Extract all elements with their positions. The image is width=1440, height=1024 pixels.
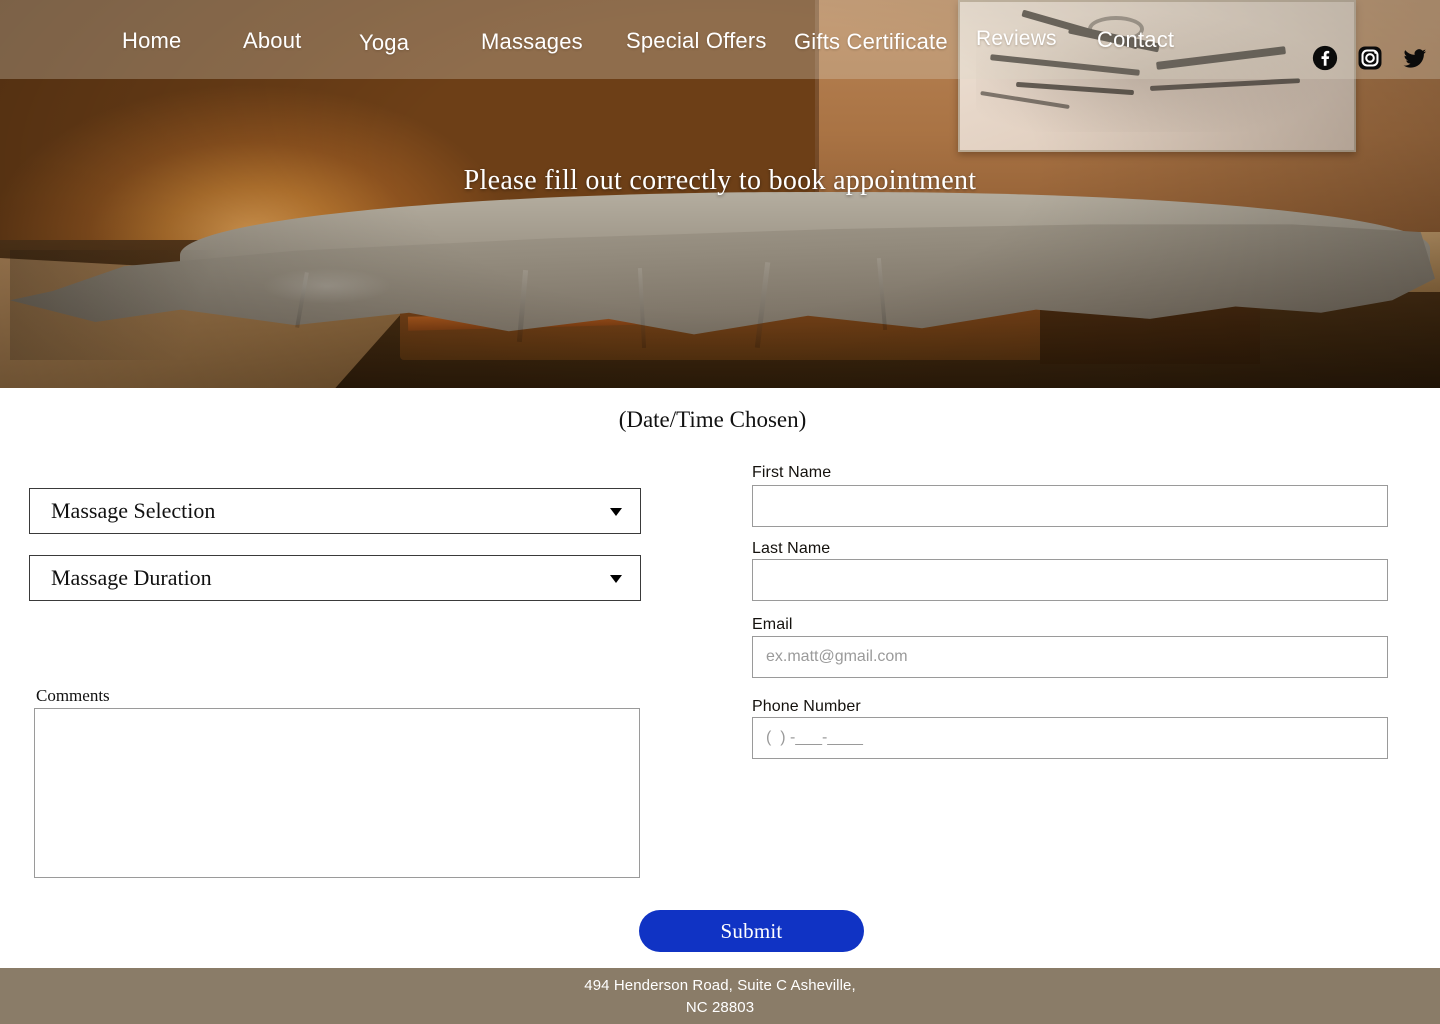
email-label: Email	[752, 616, 793, 633]
page-root: Please fill out correctly to book appoin…	[0, 0, 1440, 1024]
last-name-label: Last Name	[752, 540, 831, 557]
nav-item-home[interactable]: Home	[122, 28, 182, 54]
first-name-label: First Name	[752, 464, 832, 481]
nav-item-special-offers[interactable]: Special Offers	[626, 28, 767, 54]
instagram-icon[interactable]	[1357, 45, 1383, 71]
social-links	[1312, 45, 1428, 71]
massage-table-logo	[262, 268, 392, 304]
phone-number-input[interactable]	[752, 717, 1388, 759]
phone-number-label: Phone Number	[752, 698, 861, 715]
nav-item-massages[interactable]: Massages	[481, 29, 583, 55]
nav-links: Home About Yoga Massages Special Offers …	[0, 0, 1440, 79]
nav-item-gifts-certificate[interactable]: Gifts Certificate	[794, 29, 948, 55]
booking-form-section: (Date/Time Chosen) Massage Selection Mas…	[0, 388, 1440, 956]
nav-item-reviews[interactable]: Reviews	[976, 27, 1057, 51]
nav-item-contact[interactable]: Contact	[1097, 27, 1174, 53]
first-name-input[interactable]	[752, 485, 1388, 527]
chevron-down-icon	[610, 508, 622, 516]
site-footer: 494 Henderson Road, Suite C Asheville, N…	[0, 968, 1440, 1024]
twitter-icon[interactable]	[1402, 45, 1428, 71]
massage-duration-select[interactable]: Massage Duration	[29, 555, 641, 601]
email-input[interactable]	[752, 636, 1388, 678]
massage-table-shadow	[10, 250, 270, 360]
submit-button[interactable]: Submit	[639, 910, 864, 952]
form-left-column: Massage Selection Massage Duration Comme…	[0, 388, 700, 956]
chevron-down-icon	[610, 575, 622, 583]
massage-selection-select[interactable]: Massage Selection	[29, 488, 641, 534]
massage-duration-label: Massage Duration	[51, 565, 212, 590]
footer-address-line-1: 494 Henderson Road, Suite C Asheville,	[584, 976, 856, 994]
form-right-column: First Name Last Name Email Phone Number	[740, 388, 1440, 956]
facebook-icon[interactable]	[1312, 45, 1338, 71]
hero-title: Please fill out correctly to book appoin…	[463, 165, 977, 196]
nav-item-yoga[interactable]: Yoga	[359, 30, 409, 56]
last-name-input[interactable]	[752, 559, 1388, 601]
main-navigation-bar: Home About Yoga Massages Special Offers …	[0, 0, 1440, 79]
footer-address-line-2: NC 28803	[685, 998, 755, 1016]
comments-textarea[interactable]	[34, 708, 640, 878]
massage-selection-label: Massage Selection	[51, 498, 216, 523]
comments-label: Comments	[36, 686, 110, 705]
nav-item-about[interactable]: About	[243, 28, 302, 54]
